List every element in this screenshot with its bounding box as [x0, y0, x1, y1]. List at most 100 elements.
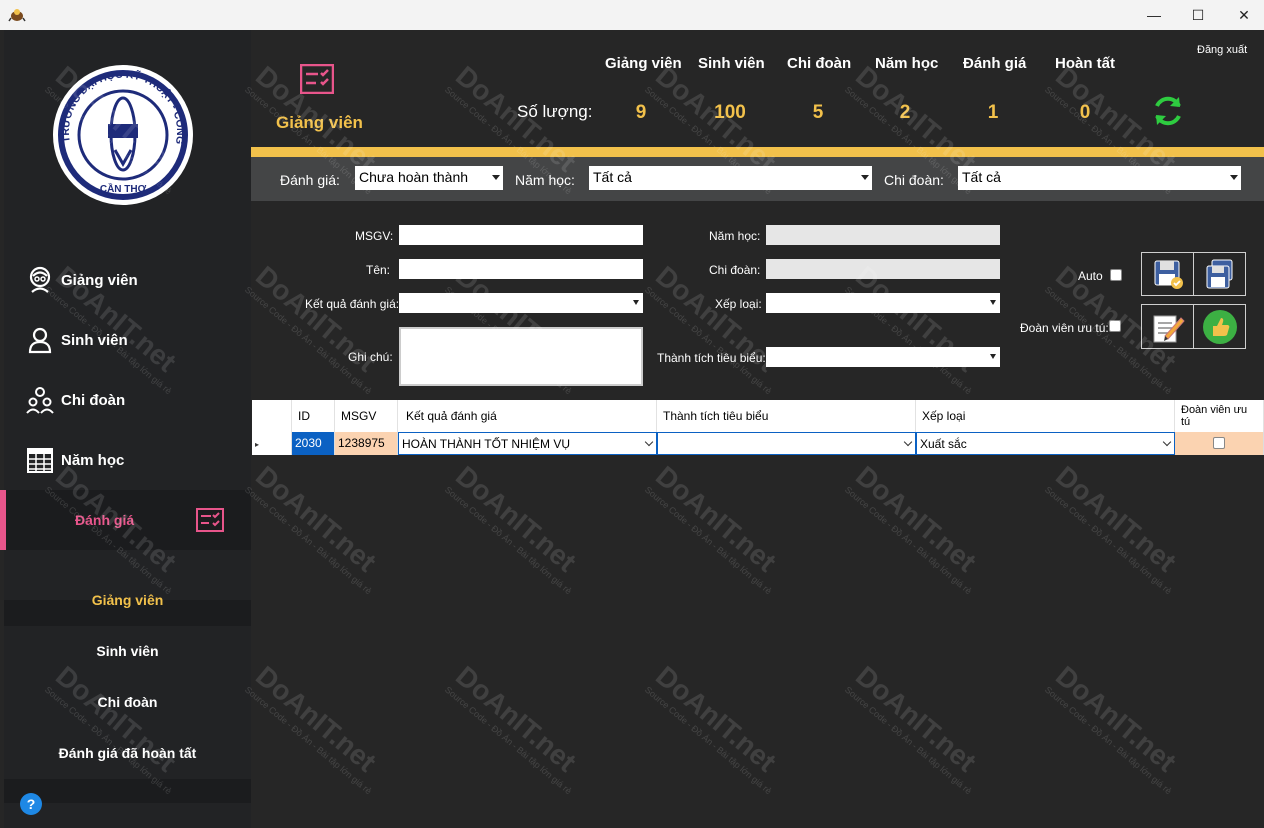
nav-item-danh-gia[interactable]: Đánh giá [0, 490, 251, 550]
stat-label-nam-hoc: Năm học [875, 55, 939, 72]
close-button[interactable]: ✕ [1221, 0, 1264, 30]
watermark-tagline: Source Code - Đồ Án - Bài tập lớn giá rẻ [443, 484, 574, 597]
watermark: DoAnIT.netSource Code - Đồ Án - Bài tập … [843, 460, 994, 596]
data-grid: ID MSGV Kết quả đánh giá Thành tích tiêu… [252, 400, 1264, 455]
watermark-brand: DoAnIT.net [850, 460, 983, 578]
watermark-brand: DoAnIT.net [250, 660, 383, 778]
watermark-brand: DoAnIT.net [250, 460, 383, 578]
sub-item-sinh-vien[interactable]: Sinh viên [4, 626, 251, 677]
filter-nam-hoc-select[interactable]: Tất cả [589, 166, 872, 190]
help-button[interactable]: ? [20, 793, 42, 815]
filter-nam-hoc-label: Năm học: [515, 172, 575, 188]
chi-doan-label: Chi đoàn: [709, 263, 761, 277]
watermark-brand: DoAnIT.net [850, 660, 983, 778]
xep-loai-label: Xếp loại: [715, 297, 762, 311]
sub-menu: Giảng viên Sinh viên Chi đoàn Đánh giá đ… [4, 592, 251, 803]
watermark: DoAnIT.netSource Code - Đồ Án - Bài tập … [1043, 660, 1194, 796]
watermark-brand: DoAnIT.net [1050, 460, 1183, 578]
nav-label-active: Đánh giá [75, 512, 135, 528]
nav-label: Năm học [61, 451, 125, 469]
row-pointer-icon: ▸ [255, 440, 260, 449]
stat-value-danh-gia: 1 [987, 102, 999, 123]
watermark: DoAnIT.netSource Code - Đồ Án - Bài tập … [643, 660, 794, 796]
watermark: DoAnIT.netSource Code - Đồ Án - Bài tập … [443, 460, 594, 596]
approve-button[interactable] [1193, 304, 1246, 349]
edit-button[interactable] [1141, 304, 1194, 349]
floppy-multiple-icon [1206, 259, 1232, 289]
cell-doan-vien[interactable] [1175, 432, 1264, 455]
ghi-chu-textarea[interactable] [399, 327, 643, 386]
ten-input[interactable] [399, 259, 643, 279]
nam-hoc-label: Năm học: [709, 229, 761, 243]
nav-item-giang-vien[interactable]: Giảng viên [4, 250, 251, 310]
minimize-button[interactable]: — [1131, 0, 1177, 30]
nav-label: Giảng viên [61, 271, 138, 289]
sub-item-giang-vien[interactable]: Giảng viên [4, 575, 251, 626]
nav-item-nam-hoc[interactable]: Năm học [4, 430, 251, 490]
nav-label: Chi đoàn [61, 391, 126, 409]
watermark-brand: DoAnIT.net [650, 460, 783, 578]
watermark-brand: DoAnIT.net [1050, 660, 1183, 778]
save-all-button[interactable] [1193, 252, 1246, 296]
sub-item-chi-doan[interactable]: Chi đoàn [4, 677, 251, 728]
column-header-id[interactable]: ID [292, 400, 335, 432]
lecturer-icon [29, 266, 51, 293]
cell-ket-qua-combo[interactable]: HOÀN THÀNH TỐT NHIỆM VỤ [398, 432, 657, 455]
thanh-tich-select[interactable] [766, 347, 1000, 367]
ten-label: Tên: [366, 263, 391, 277]
watermark-tagline: Source Code - Đồ Án - Bài tập lớn giá rẻ [643, 684, 774, 797]
stat-value-nam-hoc: 2 [899, 102, 911, 123]
xep-loai-select[interactable] [766, 293, 1000, 313]
count-label: Số lượng: [517, 102, 593, 121]
column-header-xep-loai[interactable]: Xếp loại [916, 400, 1175, 432]
filter-danh-gia-select[interactable]: Chưa hoàn thành [355, 166, 503, 190]
row-selector[interactable]: ▸ [252, 432, 292, 455]
header: Giảng viên Đăng xuất Số lượng: Giảng viê… [251, 30, 1264, 147]
logout-link[interactable]: Đăng xuất [1197, 44, 1247, 56]
checklist-icon [300, 64, 334, 94]
refresh-icon[interactable] [1151, 94, 1185, 128]
cell-ket-qua-value: HOÀN THÀNH TỐT NHIỆM VỤ [402, 437, 571, 451]
nav-item-chi-doan[interactable]: Chi đoàn [4, 370, 251, 430]
nam-hoc-input[interactable] [766, 225, 1000, 245]
watermark-tagline: Source Code - Đồ Án - Bài tập lớn giá rẻ [243, 684, 374, 797]
filter-bar: Đánh giá: Chưa hoàn thành Năm học: Tất c… [251, 157, 1264, 201]
watermark-tagline: Source Code - Đồ Án - Bài tập lớn giá rẻ [243, 484, 374, 597]
watermark: DoAnIT.netSource Code - Đồ Án - Bài tập … [843, 660, 994, 796]
title-bar: — ☐ ✕ [0, 0, 1264, 30]
nav-item-sinh-vien[interactable]: Sinh viên [4, 310, 251, 370]
column-header-doan-vien[interactable]: Đoàn viên ưu tú [1175, 400, 1264, 432]
stat-value-sinh-vien: 100 [714, 102, 746, 123]
stat-label-giang-vien: Giảng viên [605, 55, 682, 72]
watermark: DoAnIT.netSource Code - Đồ Án - Bài tập … [843, 260, 994, 396]
ket-qua-label: Kết quả đánh giá: [305, 297, 400, 311]
watermark: DoAnIT.netSource Code - Đồ Án - Bài tập … [643, 260, 794, 396]
ket-qua-select[interactable] [399, 293, 643, 313]
maximize-button[interactable]: ☐ [1175, 0, 1221, 30]
chi-doan-input[interactable] [766, 259, 1000, 279]
cell-msgv[interactable]: 1238975 [335, 432, 398, 455]
filter-chi-doan-select[interactable]: Tất cả [958, 166, 1241, 190]
group-icon [26, 387, 54, 414]
sub-item-danh-gia-hoan-tat[interactable]: Đánh giá đã hoàn tất [4, 728, 251, 779]
column-header-ket-qua[interactable]: Kết quả đánh giá [398, 400, 657, 432]
chevron-down-icon [990, 354, 996, 359]
cell-id[interactable]: 2030 [292, 432, 335, 455]
chevron-down-icon [990, 300, 996, 305]
stat-value-hoan-tat: 0 [1079, 102, 1091, 123]
watermark-tagline: Source Code - Đồ Án - Bài tập lớn giá rẻ [643, 484, 774, 597]
ghi-chu-label: Ghi chú: [348, 350, 393, 364]
column-header-thanh-tich[interactable]: Thành tích tiêu biểu [657, 400, 916, 432]
cell-thanh-tich-combo[interactable] [657, 432, 916, 455]
save-button[interactable] [1141, 252, 1194, 296]
watermark: DoAnIT.netSource Code - Đồ Án - Bài tập … [1043, 460, 1194, 596]
auto-checkbox[interactable] [1110, 269, 1122, 281]
stat-label-hoan-tat: Hoàn tất [1055, 55, 1115, 72]
doan-vien-checkbox[interactable] [1109, 320, 1121, 332]
column-header-msgv[interactable]: MSGV [335, 400, 398, 432]
chevron-down-icon [1162, 437, 1172, 447]
chevron-down-icon [633, 300, 639, 305]
msgv-input[interactable] [399, 225, 643, 245]
cell-doan-vien-checkbox[interactable] [1213, 437, 1225, 449]
cell-xep-loai-combo[interactable]: Xuất sắc [916, 432, 1175, 455]
